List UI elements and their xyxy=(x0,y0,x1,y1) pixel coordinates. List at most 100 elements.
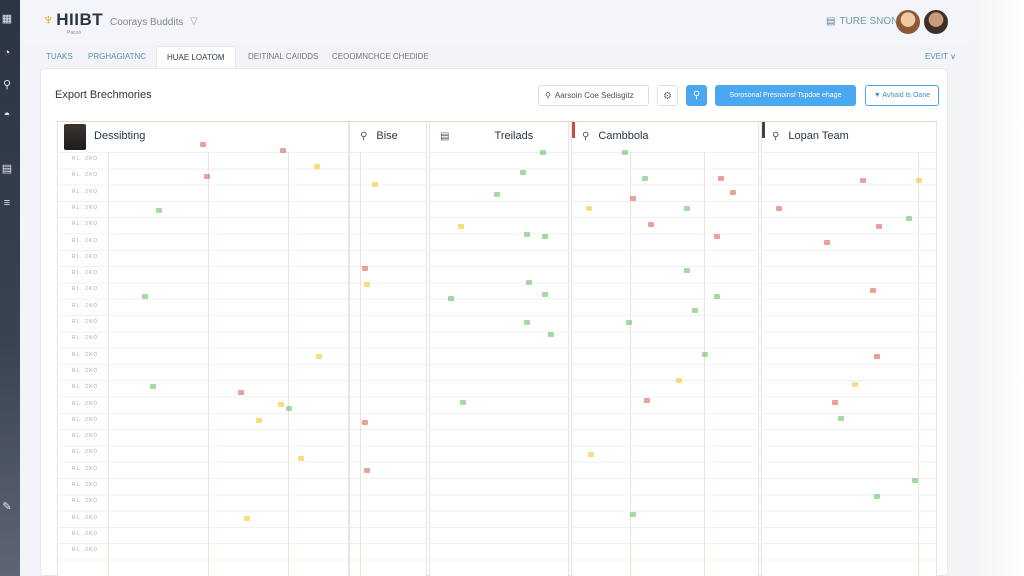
app-logo[interactable]: ♆HIIBT xyxy=(42,10,103,30)
data-dot xyxy=(314,164,320,169)
primary-action-button[interactable]: Sorosonal Presnoinsl Tspdoe ehage xyxy=(715,85,856,106)
row-label: RL. 2KO xyxy=(72,449,99,456)
data-dot xyxy=(642,176,648,181)
data-dot xyxy=(676,378,682,383)
data-dot xyxy=(586,206,592,211)
logo-subtext: Pacoo xyxy=(67,30,82,36)
column-grid xyxy=(350,152,426,576)
data-dot xyxy=(362,420,368,425)
row-label: RL. 2KO xyxy=(72,156,99,162)
team-link[interactable]: ▤ TURE SNON xyxy=(826,16,898,27)
data-dot xyxy=(912,478,918,483)
column-header[interactable]: ⚲ Cambbola xyxy=(572,126,758,146)
data-dot xyxy=(852,382,858,387)
data-dot xyxy=(280,148,286,153)
settings-button[interactable]: ⚙ xyxy=(657,85,678,106)
row-label: RL. 2KO xyxy=(72,319,99,325)
search-input[interactable]: ⚲ Aarsoin Coe Sedisgitz xyxy=(538,85,649,106)
tab-bar: TUAKS PRGHAGIATNC HUAE LOATOM DEITINAL C… xyxy=(20,44,974,68)
tab-deitinal-caiidds[interactable]: DEITINAL CAIIDDS xyxy=(238,46,328,68)
data-dot xyxy=(648,222,654,227)
data-dot xyxy=(524,232,530,237)
row-label: RL. 2KO xyxy=(72,237,99,244)
workspace-name[interactable]: Coorays Buddits xyxy=(110,17,183,28)
data-dot xyxy=(714,294,720,299)
data-dot xyxy=(876,224,882,229)
search-icon: ⚲ xyxy=(582,131,590,142)
chart-icon[interactable]: ◓ xyxy=(0,108,14,122)
search-icon: ⚲ xyxy=(545,91,551,100)
data-dot xyxy=(542,292,548,297)
data-dot xyxy=(298,456,304,461)
data-dot xyxy=(548,332,554,337)
row-label: RL. 2KO xyxy=(72,482,99,488)
data-dot xyxy=(460,400,466,405)
data-dot xyxy=(832,400,838,405)
grid-icon[interactable]: ▦ xyxy=(0,12,14,26)
document-icon[interactable]: ▤ xyxy=(0,162,14,176)
tab-ceoomnchce-chedide[interactable]: CEOOMNCHCE CHEDIDE xyxy=(322,46,439,68)
search-button[interactable]: ⚲ xyxy=(686,85,707,106)
data-dot xyxy=(244,516,250,521)
trophy-icon: ♆ xyxy=(42,10,56,29)
row-label: RL. 2KO xyxy=(72,367,99,374)
tab-tuaks[interactable]: TUAKS xyxy=(36,46,83,68)
row-label: RL. 2KO xyxy=(72,530,99,537)
data-dot xyxy=(630,512,636,517)
data-dot xyxy=(526,280,532,285)
clock-icon[interactable]: ◔ xyxy=(0,46,14,60)
row-label: RL. 2KO xyxy=(72,204,99,211)
data-dot xyxy=(458,224,464,229)
board: Dessibting RL. 2KO RL. 2KO RL. 2KO RL. 2KO R… xyxy=(57,121,937,576)
data-dot xyxy=(824,240,830,245)
data-dot xyxy=(684,206,690,211)
secondary-action-button[interactable]: ▼ Avhaid ts Oane xyxy=(865,85,939,106)
data-dot xyxy=(588,452,594,457)
data-dot xyxy=(870,288,876,293)
column-grid xyxy=(58,152,348,576)
board-column: ⚲ Bise xyxy=(349,122,427,576)
search-icon: ⚲ xyxy=(772,131,780,142)
data-dot xyxy=(906,216,912,221)
row-label: RL. 2KO xyxy=(72,270,99,277)
share-icon[interactable]: ⚲ xyxy=(0,78,14,92)
row-label: RL. 2KO xyxy=(72,433,99,440)
data-dot xyxy=(156,208,162,213)
main-panel: Export Brechmories ⚲ Aarsoin Coe Sedisgit… xyxy=(40,68,948,576)
data-dot xyxy=(874,494,880,499)
row-label: RL. 2KO xyxy=(72,188,99,195)
gear-icon: ⚙ xyxy=(663,91,672,102)
row-label: RL. 2KO xyxy=(72,416,99,423)
row-label: RL. 2KO xyxy=(72,221,99,228)
column-grid xyxy=(430,152,568,576)
column-header[interactable]: ⚲ Bise xyxy=(350,126,426,146)
data-dot xyxy=(916,178,922,183)
app-header: ♆HIIBT Pacoo Coorays Buddits ▽ ▤ TURE SNO… xyxy=(20,0,974,44)
board-column: ▤ Treilads xyxy=(429,122,569,576)
data-dot xyxy=(542,234,548,239)
data-dot xyxy=(776,206,782,211)
data-dot xyxy=(316,354,322,359)
tab-prghagiatnc[interactable]: PRGHAGIATNC xyxy=(78,46,156,68)
avatar[interactable] xyxy=(896,10,920,34)
data-dot xyxy=(630,196,636,201)
chevron-down-icon[interactable]: ▽ xyxy=(190,16,198,27)
row-label: RL. 2KO xyxy=(72,286,99,293)
panel-title: Export Brechmories xyxy=(55,89,152,101)
list-icon: ▤ xyxy=(440,131,450,142)
column-header[interactable]: ⚲ Lopan Team xyxy=(762,126,936,146)
filter-icon: ▼ xyxy=(873,92,881,99)
team-icon: ▤ xyxy=(826,16,836,27)
data-dot xyxy=(364,282,370,287)
edit-icon[interactable]: ✎ xyxy=(0,500,14,514)
column-title: Cambbola xyxy=(598,130,649,142)
edit-dropdown[interactable]: EVEIT ∨ xyxy=(925,52,956,61)
data-dot xyxy=(494,192,500,197)
data-dot xyxy=(524,320,530,325)
data-dot xyxy=(838,416,844,421)
data-dot xyxy=(278,402,284,407)
menu-icon[interactable]: ≡ xyxy=(0,196,14,210)
avatar[interactable] xyxy=(924,10,948,34)
tab-huae-loatom[interactable]: HUAE LOATOM xyxy=(156,46,236,68)
column-header[interactable]: ▤ Treilads xyxy=(430,126,568,146)
